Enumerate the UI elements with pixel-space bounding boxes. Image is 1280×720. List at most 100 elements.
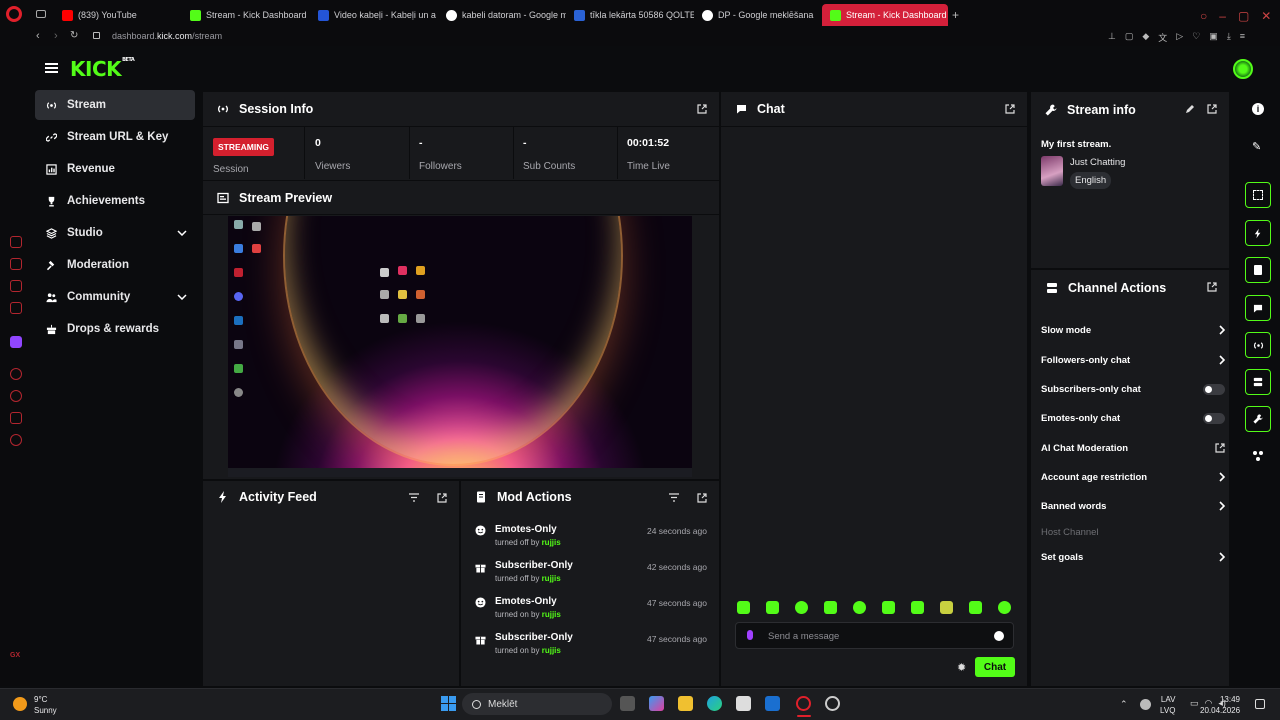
emote-icon[interactable] [824,601,837,614]
emote-icon[interactable] [940,601,953,614]
minimize-icon[interactable]: – [1219,9,1226,23]
browser-tab-kick-1[interactable]: Stream - Kick Dashboard [182,4,310,26]
store-icon[interactable] [736,696,751,711]
input-language[interactable]: LAV LVQ [1160,694,1175,716]
browser-tab-google-1[interactable]: kabeli datoram - Google m [438,4,566,26]
filter-icon[interactable] [669,493,679,503]
twitch-icon[interactable] [10,336,22,348]
emoji-picker-icon[interactable] [994,631,1004,641]
emote-icon[interactable] [853,601,866,614]
info-icon[interactable]: i [1252,103,1264,115]
hamburger-menu-icon[interactable] [45,63,58,73]
windows-start-icon[interactable] [441,696,456,711]
emote-icon[interactable] [737,601,750,614]
slow-mode-row[interactable]: Slow mode [1041,320,1225,340]
opera-logo-icon[interactable] [6,6,22,22]
stream-category[interactable]: Just Chatting [1070,157,1125,168]
back-icon[interactable]: ‹ [36,30,40,42]
browser-tab-kick-active[interactable]: Stream - Kick Dashboard [822,4,948,26]
emote-icon[interactable] [795,601,808,614]
shield-icon[interactable]: ◆ [1142,31,1149,44]
mod-username-link[interactable]: rujjis [542,646,561,655]
account-age-row[interactable]: Account age restriction [1041,467,1225,487]
widgets-icon[interactable] [1253,451,1264,462]
chevron-down-icon[interactable] [177,294,187,300]
filter-icon[interactable] [409,493,419,503]
popout-icon[interactable] [697,104,707,114]
display-icon[interactable]: ▭ [1190,698,1199,709]
windows-search-box[interactable]: Meklēt [462,693,612,715]
popout-icon[interactable] [437,493,447,503]
task-view-icon[interactable] [620,696,635,711]
download-icon[interactable]: ⤓ [1227,31,1231,44]
chevron-down-icon[interactable] [177,230,187,236]
user-avatar[interactable] [1233,59,1253,79]
maximize-icon[interactable]: ▢ [1238,9,1249,23]
mic-icon[interactable] [747,630,753,640]
emote-icon[interactable] [998,601,1011,614]
chat-send-button[interactable]: Chat [975,657,1015,677]
sidebar-item-revenue[interactable]: Revenue [35,154,195,184]
notifications-icon[interactable] [1255,699,1265,709]
subscribers-only-toggle[interactable] [1203,383,1225,395]
chat-input[interactable]: Send a message [735,622,1014,649]
kick-logo[interactable]: KICKBETA [70,57,135,81]
tool-activity-button[interactable] [1245,220,1271,246]
stream-preview-video[interactable] [228,216,692,477]
heart-icon[interactable]: ♡ [1192,31,1200,44]
settings-icon[interactable] [10,434,22,446]
sidebar-item-community[interactable]: Community [35,282,195,312]
opera-gx-taskbar-icon[interactable] [796,696,811,711]
tool-stream-info-button[interactable] [1245,406,1271,432]
browser-tab-youtube[interactable]: (839) YouTube [54,4,182,26]
sidebar-item-drops-rewards[interactable]: Drops & rewards [35,314,195,344]
outlook-icon[interactable] [765,696,780,711]
edit-layout-icon[interactable]: ✎ [1252,140,1261,153]
popout-icon[interactable] [1207,282,1217,292]
popout-icon[interactable] [697,493,707,503]
menu-icon[interactable]: ≡ [1240,31,1245,44]
emote-icon[interactable] [766,601,779,614]
tool-chat-button[interactable] [1245,295,1271,321]
weather-widget[interactable]: 9°C Sunny [34,694,57,716]
emote-icon[interactable] [882,601,895,614]
sidebar-item-stream-url-key[interactable]: Stream URL & Key [35,122,195,152]
tab-overview-icon[interactable] [36,10,46,18]
popout-icon[interactable] [1207,104,1217,114]
reload-icon[interactable]: ↻ [70,30,78,41]
emote-icon[interactable] [969,601,982,614]
translate-icon[interactable]: 文 [1158,31,1167,44]
opera-rail-icon[interactable] [10,368,22,380]
edit-icon[interactable] [1185,104,1195,114]
opera-rail-icon[interactable] [10,412,22,424]
opera-rail-icon[interactable] [10,302,22,314]
forward-icon[interactable]: › [54,30,58,42]
browser-tab-video-cables[interactable]: Video kabeļi - Kabeļi un a [310,4,438,26]
tray-app-icon[interactable] [1140,699,1151,710]
tool-session-button[interactable] [1245,332,1271,358]
pin-icon[interactable]: ⊥ [1108,31,1116,44]
popout-icon[interactable] [1005,104,1015,114]
opera-rail-icon[interactable] [10,236,22,248]
search-tabs-icon[interactable]: ○ [1200,9,1207,23]
weather-sun-icon[interactable] [13,697,27,711]
new-tab-icon[interactable]: + [952,8,959,22]
banned-words-row[interactable]: Banned words [1041,496,1225,516]
opera-rail-icon[interactable] [10,390,22,402]
file-explorer-icon[interactable] [678,696,693,711]
gx-icon[interactable]: GX [10,652,20,659]
mod-username-link[interactable]: rujjis [542,538,561,547]
emotes-only-toggle[interactable] [1203,412,1225,424]
tool-mod-actions-button[interactable] [1245,257,1271,283]
followers-only-row[interactable]: Followers-only chat [1041,350,1225,370]
ai-chat-moderation-row[interactable]: AI Chat Moderation [1041,438,1225,458]
sidebar-item-achievements[interactable]: Achievements [35,186,195,216]
mod-username-link[interactable]: rujjis [542,574,561,583]
clock[interactable]: 13:49 20.04.2026 [1200,694,1240,716]
steam-icon[interactable] [825,696,840,711]
url-field[interactable]: dashboard.kick.com/stream [112,31,222,41]
edge-icon[interactable] [707,696,722,711]
sidebar-item-studio[interactable]: Studio [35,218,195,248]
tray-chevron-icon[interactable]: ⌃ [1120,699,1128,710]
copilot-icon[interactable] [649,696,664,711]
